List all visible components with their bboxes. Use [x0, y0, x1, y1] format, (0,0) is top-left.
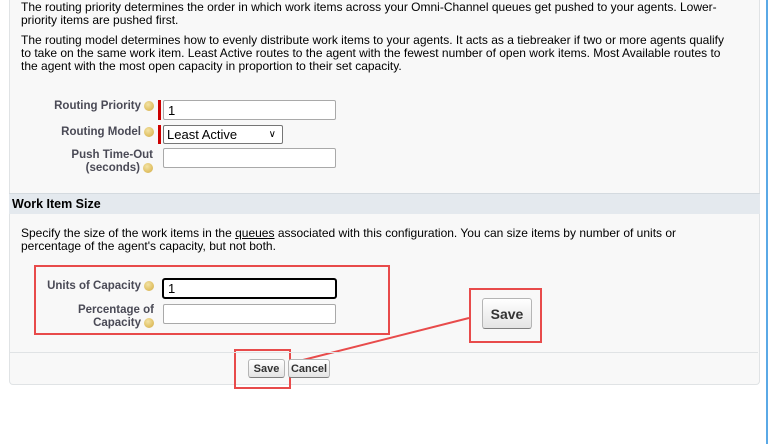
callout-connector: [290, 317, 470, 364]
save-button-zoomed: Save: [482, 298, 532, 329]
footer-divider: [10, 352, 758, 353]
cancel-button[interactable]: Cancel: [288, 359, 330, 378]
save-button[interactable]: Save: [248, 359, 285, 378]
